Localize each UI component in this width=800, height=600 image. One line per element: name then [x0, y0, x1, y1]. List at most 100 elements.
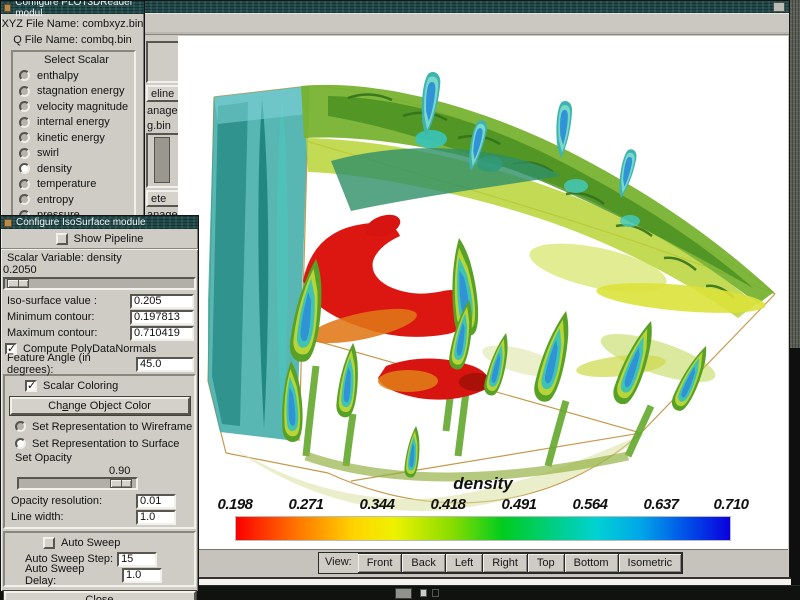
leaf-isosurface [335, 342, 362, 418]
scalar-radio-enthalpy[interactable]: enthalpy [19, 68, 134, 84]
module-listbox-fragment[interactable] [146, 133, 178, 188]
scalar-legend: density 0.198 0.271 0.344 0.418 0.491 0.… [218, 474, 748, 544]
change-object-color-button[interactable]: Change Object Color [10, 397, 190, 415]
show-pipeline-checkbox[interactable] [56, 233, 68, 245]
plot3d-dialog-titlebar[interactable]: Configure PLOT3DReader modul [1, 1, 144, 14]
scalar-radio-entropy[interactable]: entropy [19, 192, 134, 208]
isosurface-rendering[interactable] [178, 36, 788, 549]
max-contour-field-row: Maximum contour: [1, 325, 198, 341]
opacity-resolution-row: Opacity resolution: [5, 493, 194, 509]
opacity-resolution-input[interactable] [136, 494, 176, 509]
scalar-radio-kinetic-energy[interactable]: kinetic energy [19, 130, 134, 146]
window-menu-icon[interactable] [4, 4, 11, 12]
wireframe-label: Set Representation to Wireframe [32, 421, 192, 433]
isovalue-field-row: Iso-surface value : [1, 293, 198, 309]
view-left-button[interactable]: Left [446, 553, 483, 573]
line-width-input[interactable] [136, 510, 176, 525]
iso-dialog-titlebar[interactable]: Configure IsoSurface module [1, 216, 198, 229]
delete-button-fragment[interactable]: ete [146, 190, 178, 207]
show-pipeline-button-fragment[interactable]: eline [146, 85, 178, 102]
pager-widget[interactable] [432, 589, 439, 597]
scalar-radio-stagnation-energy[interactable]: stagnation energy [19, 84, 134, 100]
view-isometric-button[interactable]: Isometric [619, 553, 683, 573]
radio-label: internal energy [37, 116, 110, 128]
opacity-slider[interactable] [17, 477, 138, 490]
max-contour-input[interactable] [130, 326, 194, 341]
window-resize-widget[interactable] [773, 2, 785, 12]
scalar-radio-internal-energy[interactable]: internal energy [19, 115, 134, 131]
field-label: Auto Sweep Delay: [25, 563, 118, 587]
surface-label: Set Representation to Surface [32, 438, 179, 450]
view-top-button[interactable]: Top [528, 553, 565, 573]
view-toolbar: View: Front Back Left Right Top Bottom I… [318, 552, 683, 574]
pager-thumb[interactable] [395, 588, 412, 599]
scalar-radio-density[interactable]: density [19, 161, 134, 177]
auto-sweep-checkbox[interactable] [43, 537, 55, 549]
field-label: Feature Angle (in degrees): [7, 352, 136, 376]
field-label: Minimum contour: [7, 311, 130, 323]
appearance-frame: ✓ Scalar Coloring Change Object Color Se… [3, 374, 196, 529]
radio-label: entropy [37, 194, 74, 206]
radio-indicator[interactable] [19, 179, 30, 190]
feature-angle-input[interactable] [136, 357, 194, 372]
slider-thumb[interactable] [7, 279, 29, 288]
legend-tick: 0.491 [501, 496, 536, 513]
surface-radio-row[interactable]: Set Representation to Surface [5, 435, 194, 452]
radio-label: velocity magnitude [37, 101, 128, 113]
radio-indicator[interactable] [19, 70, 30, 81]
auto-sweep-delay-input[interactable] [122, 568, 162, 583]
file-name-fragment: g.bin [147, 120, 171, 132]
min-contour-input[interactable] [130, 310, 194, 325]
render-viewport[interactable]: density 0.198 0.271 0.344 0.418 0.491 0.… [178, 36, 788, 549]
listbox-scrollbar-thumb[interactable] [154, 137, 170, 183]
view-front-button[interactable]: Front [358, 553, 403, 573]
view-bottom-button[interactable]: Bottom [565, 553, 619, 573]
legend-tick: 0.344 [359, 496, 394, 513]
view-right-button[interactable]: Right [483, 553, 528, 573]
radio-indicator[interactable] [19, 101, 30, 112]
button-label: eline [151, 88, 174, 100]
surface-radio-selected[interactable] [15, 438, 26, 449]
main-window-titlebar[interactable] [144, 1, 789, 14]
button-label: nge Object Color [68, 400, 151, 412]
legend-colorbar [235, 516, 731, 541]
panel-listbox-fragment[interactable] [146, 41, 178, 83]
show-pipeline-row[interactable]: Show Pipeline [1, 229, 198, 249]
auto-sweep-step-input[interactable] [117, 552, 157, 567]
min-contour-field-row: Minimum contour: [1, 309, 198, 325]
isovalue-input[interactable] [130, 294, 194, 309]
scalar-coloring-checkbox[interactable]: ✓ [25, 380, 37, 392]
radio-indicator-selected[interactable] [19, 163, 30, 174]
set-opacity-label: Set Opacity [5, 452, 194, 465]
legend-tick: 0.637 [643, 496, 678, 513]
field-label: Line width: [11, 511, 136, 523]
legend-tick: 0.710 [713, 496, 748, 513]
radio-indicator[interactable] [19, 86, 30, 97]
field-label: Maximum contour: [7, 327, 130, 339]
view-back-button[interactable]: Back [402, 553, 445, 573]
stems [306, 331, 651, 466]
radio-indicator[interactable] [19, 194, 30, 205]
scalar-coloring-row[interactable]: ✓ Scalar Coloring [5, 378, 194, 394]
menubar [144, 14, 789, 35]
line-width-row: Line width: [5, 509, 194, 525]
pager-widget[interactable] [420, 589, 427, 597]
data-manager-label-fragment: anager [147, 105, 178, 117]
isovalue-slider[interactable] [3, 277, 196, 290]
radio-indicator[interactable] [19, 132, 30, 143]
scalar-radio-velocity-magnitude[interactable]: velocity magnitude [19, 99, 134, 115]
scalar-radio-swirl[interactable]: swirl [19, 146, 134, 162]
view-label: View: [319, 553, 358, 573]
slider-thumb[interactable] [110, 479, 132, 488]
radio-indicator[interactable] [19, 148, 30, 159]
auto-sweep-row[interactable]: Auto Sweep [5, 535, 194, 551]
close-button[interactable]: Close [4, 591, 196, 600]
legend-tick: 0.198 [217, 496, 252, 513]
wireframe-radio[interactable] [15, 421, 26, 432]
radio-indicator[interactable] [19, 117, 30, 128]
window-menu-icon[interactable] [4, 219, 12, 227]
field-label: Iso-surface value : [7, 295, 130, 307]
wireframe-radio-row[interactable]: Set Representation to Wireframe [5, 418, 194, 435]
scalar-radio-temperature[interactable]: temperature [19, 177, 134, 193]
scale-value-label: 0.2050 [1, 264, 198, 277]
